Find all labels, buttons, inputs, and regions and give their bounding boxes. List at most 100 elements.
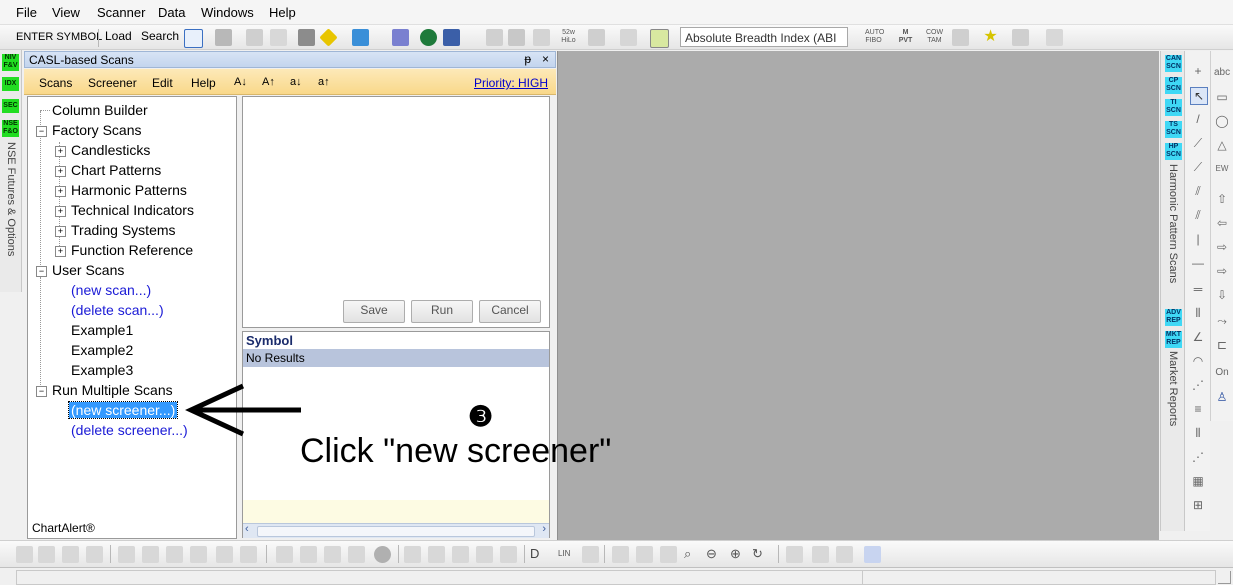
scroll-right-icon[interactable]: ›	[542, 523, 546, 535]
alert-icon[interactable]	[319, 28, 338, 47]
line-icon[interactable]: /	[1190, 111, 1206, 127]
menu-file[interactable]: File	[16, 5, 37, 20]
nse-fo-badge[interactable]: NSE F&O	[2, 120, 19, 137]
results-header-symbol[interactable]: Symbol	[243, 332, 549, 349]
scan-editor[interactable]: Save Run Cancel	[242, 96, 550, 328]
expand-icon[interactable]: +	[55, 186, 66, 197]
stats-icon[interactable]	[588, 29, 605, 46]
abcde-icon[interactable]: ⤳	[1214, 313, 1230, 329]
mkt-rep-badge[interactable]: MKT REP	[1165, 331, 1182, 348]
on-toggle[interactable]: On	[1214, 365, 1230, 381]
font-increase-icon[interactable]: A↑	[262, 76, 275, 88]
pattern2-icon[interactable]	[142, 546, 159, 563]
arrow-tool-icon[interactable]	[1046, 29, 1063, 46]
enter-symbol-button[interactable]: ENTER SYMBOL	[16, 31, 102, 43]
square-grid-icon[interactable]: ⊞	[1190, 497, 1206, 513]
expand-icon[interactable]: +	[55, 166, 66, 177]
wave-123-icon[interactable]	[16, 546, 33, 563]
hp-scn-badge[interactable]: HP SCN	[1165, 143, 1182, 160]
angle3-icon[interactable]	[324, 546, 341, 563]
abc-pattern-icon[interactable]	[476, 546, 493, 563]
menu-scanner[interactable]: Scanner	[97, 5, 145, 20]
save-button[interactable]: Save	[343, 300, 405, 323]
collapse-icon[interactable]: −	[36, 126, 47, 137]
timezones-icon[interactable]: ⦀	[1190, 425, 1206, 441]
tree-new-screener[interactable]: (new screener...)	[67, 401, 179, 419]
layout-icon[interactable]	[443, 29, 460, 46]
arrow-down-icon[interactable]: ⇩	[1214, 287, 1230, 303]
triangle-icon[interactable]: △	[1214, 137, 1230, 153]
bars-icon[interactable]	[508, 29, 525, 46]
menu-data[interactable]: Data	[158, 5, 185, 20]
print-icon[interactable]	[246, 29, 263, 46]
refresh-icon[interactable]: ↻	[752, 546, 769, 563]
expand-icon[interactable]: +	[55, 146, 66, 157]
cancel-button[interactable]: Cancel	[479, 300, 541, 323]
candle-icon[interactable]	[952, 29, 969, 46]
pointer-icon[interactable]: ↖	[1190, 87, 1208, 105]
scans-menu-help[interactable]: Help	[191, 76, 216, 90]
star-icon[interactable]: ★	[982, 29, 999, 46]
zoom-out-icon[interactable]: ⊖	[706, 546, 723, 563]
menu-view[interactable]: View	[52, 5, 80, 20]
gann-fan-icon[interactable]: ⋰	[1190, 449, 1206, 465]
tree-delete-scan[interactable]: (delete scan...)	[71, 302, 164, 318]
channel-icon[interactable]: ⫽	[1190, 183, 1206, 199]
mpvt-icon[interactable]: M PVT	[897, 29, 914, 46]
resize-grip-icon[interactable]	[1218, 571, 1231, 584]
grid-icon[interactable]: ▦	[1190, 473, 1206, 489]
expand-icon[interactable]: +	[55, 226, 66, 237]
vertical-line-icon[interactable]: |	[1190, 231, 1206, 247]
tree-run-multiple-scans[interactable]: Run Multiple Scans	[52, 382, 173, 398]
abcd-pattern-icon[interactable]	[500, 546, 517, 563]
tree-example1[interactable]: Example1	[71, 322, 133, 338]
trend-icon[interactable]	[1012, 29, 1029, 46]
segment-icon[interactable]: —	[1190, 255, 1206, 271]
angle-icon[interactable]	[276, 546, 293, 563]
level-icon[interactable]	[240, 546, 257, 563]
network-icon[interactable]	[392, 29, 409, 46]
tree-candlesticks[interactable]: Candlesticks	[71, 142, 150, 158]
tree-trading-systems[interactable]: Trading Systems	[71, 222, 176, 238]
tree-chart-patterns[interactable]: Chart Patterns	[71, 162, 161, 178]
data-icon[interactable]	[298, 29, 315, 46]
harmonic-pattern-scans-tab[interactable]: Harmonic Pattern Scans	[1167, 164, 1179, 283]
vlines-icon[interactable]: ⦀	[1190, 305, 1206, 321]
scrollbar-thumb[interactable]	[257, 526, 535, 537]
hline-tool-icon[interactable]	[216, 546, 233, 563]
shrink-icon[interactable]	[660, 546, 677, 563]
scans-menu-edit[interactable]: Edit	[152, 76, 173, 90]
volume-icon[interactable]	[533, 29, 550, 46]
tam-icon[interactable]: COW TAM	[926, 29, 943, 46]
font-decrease-icon[interactable]: A↓	[234, 76, 247, 88]
arrow-right-icon[interactable]: ⇨	[1214, 239, 1230, 255]
fan-icon[interactable]: ⋰	[1190, 377, 1206, 393]
draw-mode-icon[interactable]: D	[530, 546, 547, 563]
fib-icon[interactable]: ≡	[1190, 401, 1206, 417]
niv-badge[interactable]: NIV F&V	[2, 54, 19, 71]
list-icon[interactable]	[786, 546, 803, 563]
abc-marker-icon[interactable]	[864, 546, 881, 563]
tree-harmonic-patterns[interactable]: Harmonic Patterns	[71, 182, 187, 198]
arrow-left-icon[interactable]: ⇦	[1214, 215, 1230, 231]
rectangle-icon[interactable]: ▭	[1214, 89, 1230, 105]
save-icon[interactable]	[215, 29, 232, 46]
wedge-icon[interactable]	[404, 546, 421, 563]
gann-icon[interactable]: ∠	[1190, 329, 1206, 345]
wave-count-icon[interactable]	[62, 546, 79, 563]
indicator-icon[interactable]	[650, 29, 669, 48]
scans-menu-scans[interactable]: Scans	[39, 76, 72, 90]
sl-channel-icon[interactable]: ⫽	[1190, 207, 1206, 223]
load-button[interactable]: Load	[105, 29, 132, 43]
pin-icon[interactable]: ᵽ	[524, 52, 531, 66]
lin-scale-toggle[interactable]: LIN	[558, 549, 570, 558]
print-preview-icon[interactable]	[270, 29, 287, 46]
can-scn-badge[interactable]: CAN SCN	[1165, 55, 1182, 72]
parallel-icon[interactable]	[348, 546, 365, 563]
collapse-icon[interactable]: −	[36, 266, 47, 277]
pattern3-icon[interactable]	[166, 546, 183, 563]
cp-scn-badge[interactable]: CP SCN	[1165, 77, 1182, 94]
arrow-next-icon[interactable]: ⇨	[1214, 263, 1230, 279]
scroll-left-icon[interactable]: ‹	[245, 523, 249, 535]
zoom-icon[interactable]: ⌕	[684, 546, 701, 563]
